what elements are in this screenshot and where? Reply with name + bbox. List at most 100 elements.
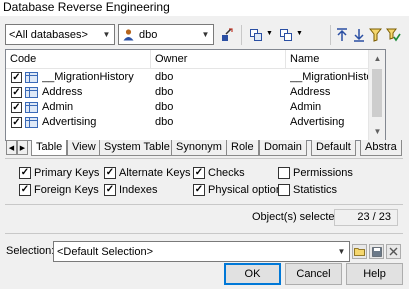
row-code: Address — [42, 86, 83, 98]
row-name: Admin — [290, 101, 322, 113]
option-physical-options[interactable]: ✓ Physical options — [193, 184, 288, 197]
column-header-owner[interactable]: Owner — [151, 50, 286, 69]
table-icon — [25, 87, 38, 98]
owner-combo[interactable]: dbo ▼ — [118, 24, 214, 45]
column-header-code[interactable]: Code — [6, 50, 151, 69]
check-filter-icon[interactable] — [384, 24, 402, 46]
vertical-scrollbar[interactable]: ▲ ▼ — [368, 50, 385, 140]
checkbox[interactable]: ✓ — [193, 184, 205, 196]
tab-default[interactable]: Default — [311, 140, 356, 156]
selection-combo[interactable]: <Default Selection> ▼ — [53, 241, 350, 262]
scroll-up-icon[interactable]: ▲ — [369, 50, 385, 67]
row-name: __MigrationHistory — [290, 71, 370, 83]
row-code: Advertising — [42, 116, 97, 128]
chevron-down-icon[interactable]: ▼ — [296, 30, 303, 37]
table-icon — [25, 102, 38, 113]
table-row[interactable]: ✓ Advertising dbo Advertising — [6, 115, 385, 130]
option-checks[interactable]: ✓ Checks — [193, 167, 245, 180]
option-statistics[interactable]: Statistics — [278, 184, 337, 197]
chevron-down-icon[interactable]: ▼ — [266, 30, 273, 37]
option-label: Primary Keys — [34, 167, 100, 179]
objects-selected-count: 23 / 23 — [334, 209, 398, 226]
tab-view[interactable]: View — [67, 140, 101, 156]
filter-icon[interactable] — [367, 24, 383, 46]
chevron-down-icon: ▼ — [102, 30, 111, 39]
row-code: __MigrationHistory — [42, 71, 134, 83]
chevron-down-icon: ▼ — [201, 30, 210, 39]
tab-table[interactable]: Table — [31, 140, 68, 156]
tab-system-table[interactable]: System Table — [99, 140, 175, 156]
checkbox[interactable]: ✓ — [19, 167, 31, 179]
toolbar-separator — [241, 25, 242, 45]
chevron-down-icon: ▼ — [337, 247, 346, 256]
object-type-tabs: ◀ ▶ Table View System Table Synonym Role… — [5, 140, 403, 156]
tab-domain[interactable]: Domain — [259, 140, 307, 156]
row-name: Advertising — [290, 116, 345, 128]
option-label: Statistics — [293, 184, 338, 196]
table-icon — [25, 72, 38, 83]
option-label: Indexes — [119, 184, 158, 196]
deselect-all-icon[interactable] — [276, 24, 296, 46]
table-row[interactable]: ✓ Admin dbo Admin — [6, 100, 385, 115]
scroll-thumb[interactable] — [372, 69, 382, 117]
option-indexes[interactable]: ✓ Indexes — [104, 184, 158, 197]
scroll-down-icon[interactable]: ▼ — [369, 123, 385, 140]
row-checkbox[interactable]: ✓ — [11, 72, 22, 83]
option-label: Physical options — [208, 184, 288, 196]
user-icon — [122, 28, 135, 41]
row-owner: dbo — [155, 86, 174, 98]
tab-scroll-right-icon[interactable]: ▶ — [17, 140, 28, 155]
option-primary-keys[interactable]: ✓ Primary Keys — [19, 167, 99, 180]
tab-synonym[interactable]: Synonym — [171, 140, 227, 156]
option-foreign-keys[interactable]: ✓ Foreign Keys — [19, 184, 99, 197]
divider — [5, 158, 403, 159]
open-folder-icon[interactable] — [352, 244, 367, 259]
option-label: Alternate Keys — [119, 167, 191, 179]
cancel-button[interactable]: Cancel — [285, 263, 342, 285]
selection-combo-value: <Default Selection> — [57, 245, 154, 258]
tab-role[interactable]: Role — [226, 140, 259, 156]
tab-abstract-data-type[interactable]: Abstra — [360, 140, 402, 156]
checkbox[interactable]: ✓ — [19, 184, 31, 196]
delete-icon[interactable] — [386, 244, 401, 259]
table-icon — [25, 117, 38, 128]
option-label: Foreign Keys — [34, 184, 99, 196]
table-list-header: Code Owner Name — [6, 50, 385, 69]
toolbar-separator — [330, 25, 331, 45]
checkbox[interactable] — [278, 167, 290, 179]
table-row[interactable]: ✓ __MigrationHistory dbo __MigrationHist… — [6, 70, 385, 85]
column-header-name[interactable]: Name — [286, 50, 370, 69]
checkbox[interactable] — [278, 184, 290, 196]
move-to-bottom-icon[interactable] — [351, 24, 367, 46]
row-checkbox[interactable]: ✓ — [11, 87, 22, 98]
row-checkbox[interactable]: ✓ — [11, 117, 22, 128]
divider — [5, 204, 403, 205]
row-owner: dbo — [155, 101, 174, 113]
option-permissions[interactable]: Permissions — [278, 167, 353, 180]
selection-label: Selection: — [6, 245, 55, 257]
move-to-top-icon[interactable] — [334, 24, 350, 46]
option-label: Checks — [208, 167, 245, 179]
reverse-options-panel: ✓ Primary Keys ✓ Alternate Keys ✓ Checks… — [5, 160, 403, 200]
row-owner: dbo — [155, 116, 174, 128]
table-row[interactable]: ✓ Address dbo Address — [6, 85, 385, 100]
table-list[interactable]: Code Owner Name ✓ __MigrationHistory dbo… — [5, 49, 386, 141]
window-title: Database Reverse Engineering — [0, 0, 409, 16]
ok-button[interactable]: OK — [224, 263, 281, 285]
select-all-icon[interactable] — [246, 24, 266, 46]
row-name: Address — [290, 86, 331, 98]
row-checkbox[interactable]: ✓ — [11, 102, 22, 113]
checkbox[interactable]: ✓ — [104, 184, 116, 196]
option-alternate-keys[interactable]: ✓ Alternate Keys — [104, 167, 191, 180]
tab-scroll-left-icon[interactable]: ◀ — [6, 140, 17, 155]
checkbox[interactable]: ✓ — [104, 167, 116, 179]
option-label: Permissions — [293, 167, 353, 179]
save-icon[interactable] — [369, 244, 384, 259]
objects-selected-label: Object(s) selected: — [252, 211, 344, 223]
help-button[interactable]: Help — [346, 263, 403, 285]
connect-database-icon[interactable] — [218, 24, 236, 46]
database-combo[interactable]: <All databases> ▼ — [5, 24, 115, 45]
row-code: Admin — [42, 101, 74, 113]
row-owner: dbo — [155, 71, 174, 83]
checkbox[interactable]: ✓ — [193, 167, 205, 179]
